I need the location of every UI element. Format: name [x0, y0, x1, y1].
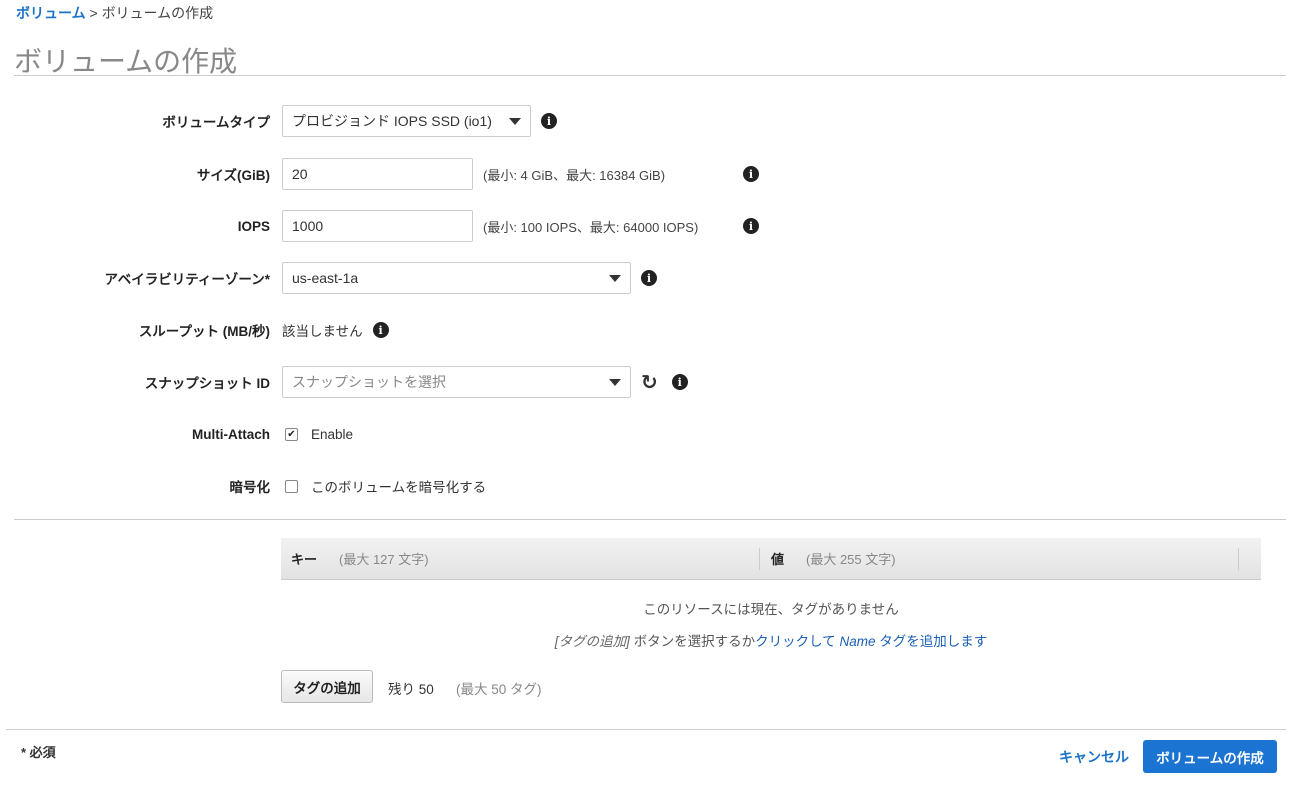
az-row: アベイラビリティーゾーン* us-east-1a i: [0, 262, 657, 294]
size-hint: (最小: 4 GiB、最大: 16384 GiB): [483, 167, 666, 183]
iops-hint: (最小: 100 IOPS、最大: 64000 IOPS): [483, 219, 699, 235]
iops-label: IOPS: [237, 218, 270, 234]
breadcrumb-current: ボリュームの作成: [101, 5, 214, 21]
iops-input[interactable]: 1000: [282, 210, 473, 242]
refresh-icon[interactable]: ↻: [641, 370, 658, 395]
divider: [6, 729, 1286, 730]
key-column-header: キー (最大 127 文字): [281, 547, 760, 570]
breadcrumb-volumes-link[interactable]: ボリューム: [16, 5, 86, 21]
volume-type-label: ボリュームタイプ: [162, 115, 270, 130]
throughput-value: 該当しません: [282, 324, 363, 339]
multi-attach-row: Multi-Attach ✔ Enable: [0, 418, 353, 450]
breadcrumb-sep: >: [89, 5, 98, 21]
tags-remaining: 残り 50: [388, 682, 434, 697]
add-name-tag-link[interactable]: クリックして Name タグを追加します: [755, 634, 987, 649]
info-icon[interactable]: i: [743, 166, 759, 182]
volume-type-row: ボリュームタイプ プロビジョンド IOPS SSD (io1) i: [0, 105, 557, 137]
breadcrumb: ボリューム > ボリュームの作成: [16, 3, 213, 23]
multi-attach-checkbox[interactable]: ✔: [285, 427, 298, 441]
chevron-down-icon: [609, 378, 621, 386]
encryption-label: 暗号化: [229, 480, 271, 495]
volume-type-value: プロビジョンド IOPS SSD (io1): [292, 113, 492, 129]
size-row: サイズ(GiB) 20 (最小: 4 GiB、最大: 16384 GiB) i: [0, 158, 759, 190]
chevron-down-icon: [509, 117, 521, 125]
size-value: 20: [292, 166, 308, 182]
info-icon[interactable]: i: [743, 218, 759, 234]
volume-type-select[interactable]: プロビジョンド IOPS SSD (io1): [282, 105, 531, 137]
size-label: サイズ(GiB): [196, 168, 270, 183]
snapshot-label: スナップショット ID: [144, 376, 270, 391]
iops-row: IOPS 1000 (最小: 100 IOPS、最大: 64000 IOPS) …: [0, 210, 759, 242]
tags-max: (最大 50 タグ): [456, 682, 542, 697]
divider: [14, 75, 1286, 76]
az-value: us-east-1a: [292, 270, 359, 286]
info-icon[interactable]: i: [641, 270, 657, 286]
throughput-label: スループット (MB/秒): [138, 324, 270, 339]
az-label: アベイラビリティーゾーン*: [104, 272, 271, 287]
snapshot-row: スナップショット ID スナップショットを選択 ↻ i: [0, 366, 688, 398]
page-title: ボリュームの作成: [14, 46, 238, 77]
iops-value: 1000: [292, 218, 324, 234]
required-note: * 必須: [21, 745, 56, 760]
divider: [14, 519, 1286, 520]
tags-table-header: キー (最大 127 文字) 値 (最大 255 文字): [281, 538, 1261, 580]
snapshot-select[interactable]: スナップショットを選択: [282, 366, 631, 398]
create-volume-button[interactable]: ボリュームの作成: [1143, 740, 1277, 773]
cancel-button[interactable]: キャンセル: [1059, 747, 1129, 767]
az-select[interactable]: us-east-1a: [282, 262, 631, 294]
encryption-row: 暗号化 このボリュームを暗号化する: [0, 470, 486, 502]
encryption-option: このボリュームを暗号化する: [311, 480, 487, 495]
value-column-header: 値 (最大 255 文字): [760, 547, 1239, 570]
info-icon[interactable]: i: [671, 374, 688, 390]
chevron-down-icon: [609, 274, 621, 282]
info-icon[interactable]: i: [541, 113, 557, 129]
tags-instructions: [タグの追加] ボタンを選択するかクリックして Name タグを追加します: [554, 634, 988, 649]
throughput-row: スループット (MB/秒) 該当しません i: [0, 314, 389, 346]
multi-attach-label: Multi-Attach: [192, 426, 270, 442]
no-tags-message: このリソースには現在、タグがありません: [643, 602, 899, 617]
encryption-checkbox[interactable]: [285, 479, 298, 493]
info-icon[interactable]: i: [372, 322, 389, 338]
multi-attach-option: Enable: [311, 426, 354, 442]
add-tag-button[interactable]: タグの追加: [281, 670, 373, 703]
snapshot-placeholder: スナップショットを選択: [292, 374, 446, 390]
size-input[interactable]: 20: [282, 158, 473, 190]
